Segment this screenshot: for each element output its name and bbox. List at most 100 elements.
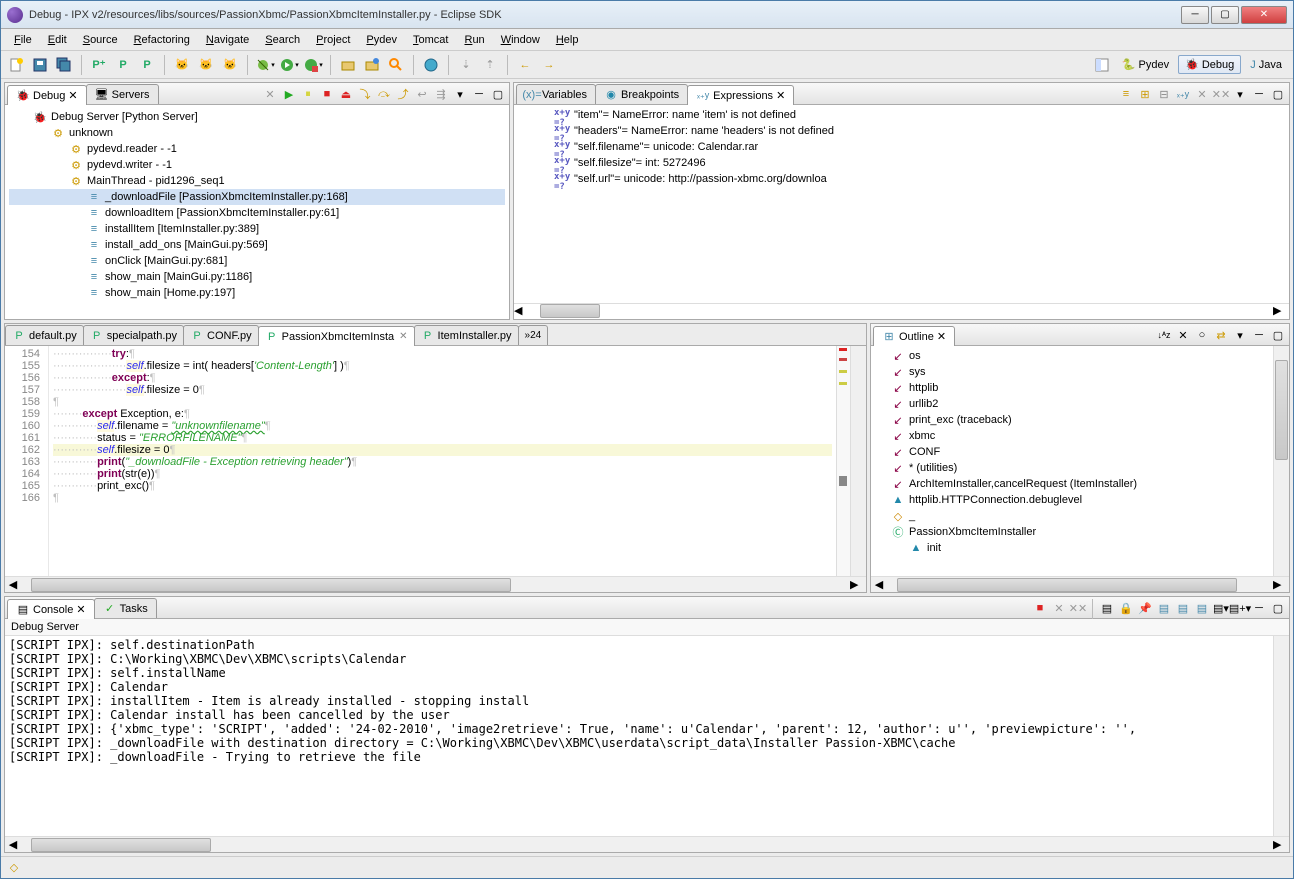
debug-tree[interactable]: 🐞Debug Server [Python Server]⚙unknown⚙py… (5, 105, 509, 319)
close-icon[interactable]: ✕ (76, 603, 85, 616)
debug-tree-item[interactable]: ≡downloadItem [PassionXbmcItemInstaller.… (9, 205, 505, 221)
vertical-scrollbar[interactable] (1273, 346, 1289, 576)
close-icon[interactable]: ✕ (937, 330, 946, 343)
tomcat-start-button[interactable]: 🐱 (171, 54, 193, 76)
maximize-view-button[interactable]: ▢ (1269, 85, 1287, 103)
horizontal-scrollbar[interactable]: ◀▶ (5, 576, 866, 592)
perspective-pydev[interactable]: 🐍Pydev (1115, 55, 1176, 74)
add-expression-button[interactable]: ₓ₊y (1174, 85, 1192, 103)
debug-tree-item[interactable]: ≡show_main [MainGui.py:1186] (9, 269, 505, 285)
disconnect-button[interactable]: ⏏ (337, 85, 355, 103)
menu-search[interactable]: Search (258, 32, 307, 48)
terminate-console-button[interactable]: ■ (1031, 599, 1049, 617)
outline-item[interactable]: ↙os (873, 348, 1271, 364)
expression-item[interactable]: x+y=?"headers"= NameError: name 'headers… (554, 123, 1249, 139)
outline-item[interactable]: ↙CONF (873, 444, 1271, 460)
close-icon[interactable]: ✕ (776, 89, 785, 102)
maximize-view-button[interactable]: ▢ (489, 85, 507, 103)
remove-expression-button[interactable]: ✕ (1193, 85, 1211, 103)
outline-item[interactable]: ▲httplib.HTTPConnection.debuglevel (873, 492, 1271, 508)
step-into-button[interactable]: ⤵ (356, 85, 374, 103)
show-type-names-button[interactable]: ≡ (1117, 85, 1135, 103)
py-package-button[interactable]: P (112, 54, 134, 76)
outline-item[interactable]: ↙ArchItemInstaller,cancelRequest (ItemIn… (873, 476, 1271, 492)
view-menu-button[interactable]: ▾ (1231, 326, 1249, 344)
minimize-view-button[interactable]: ─ (1250, 85, 1268, 103)
tab-expressions[interactable]: ₓ₊yExpressions✕ (687, 85, 794, 105)
tab-debug[interactable]: 🐞Debug✕ (7, 85, 87, 105)
suspend-button[interactable]: ⏸ (299, 85, 317, 103)
outline-item[interactable]: ↙httplib (873, 380, 1271, 396)
terminate-button[interactable]: ■ (318, 85, 336, 103)
debug-tree-item[interactable]: ≡installItem [ItemInstaller.py:389] (9, 221, 505, 237)
link-editor-button[interactable]: ⇄ (1212, 326, 1230, 344)
step-over-button[interactable]: ⤼ (375, 85, 393, 103)
view-menu-button[interactable]: ▾ (1231, 85, 1249, 103)
outline-item[interactable]: ◇_ (873, 508, 1271, 524)
tomcat-stop-button[interactable]: 🐱 (195, 54, 217, 76)
outline-item[interactable]: ↙sys (873, 364, 1271, 380)
menu-navigate[interactable]: Navigate (199, 32, 256, 48)
step-return-button[interactable]: ⤴ (394, 85, 412, 103)
step-filters-button[interactable]: ⇶ (432, 85, 450, 103)
vertical-scrollbar[interactable] (850, 346, 866, 576)
show-logical-button[interactable]: ⊞ (1136, 85, 1154, 103)
expression-item[interactable]: x+y=?"item"= NameError: name 'item' is n… (554, 107, 1249, 123)
overview-ruler[interactable] (836, 346, 850, 576)
editor-tab[interactable]: PItemInstaller.py (414, 325, 519, 345)
tab-console[interactable]: ▤Console✕ (7, 599, 95, 619)
py-module-button[interactable]: P⁺ (88, 54, 110, 76)
tomcat-restart-button[interactable]: 🐱 (219, 54, 241, 76)
back-button[interactable]: ← (514, 54, 536, 76)
menu-window[interactable]: Window (494, 32, 547, 48)
close-button[interactable]: ✕ (1241, 6, 1287, 24)
hide-fields-button[interactable]: ✕ (1174, 326, 1192, 344)
debug-tree-item[interactable]: ⚙pydevd.writer - -1 (9, 157, 505, 173)
drop-frame-button[interactable]: ↩ (413, 85, 431, 103)
search-button[interactable] (385, 54, 407, 76)
editor-tab[interactable]: Pspecialpath.py (83, 325, 184, 345)
debug-tree-item[interactable]: ≡onClick [MainGui.py:681] (9, 253, 505, 269)
py-project-button[interactable]: P (136, 54, 158, 76)
sort-button[interactable]: ↓ᴬz (1155, 326, 1173, 344)
forward-button[interactable]: → (538, 54, 560, 76)
resume-button[interactable]: ▶ (280, 85, 298, 103)
menu-run[interactable]: Run (457, 32, 491, 48)
minimize-view-button[interactable]: ─ (1250, 599, 1268, 617)
expression-item[interactable]: x+y=?"self.filesize"= int: 5272496 (554, 155, 1249, 171)
next-annotation-button[interactable]: ⇣ (455, 54, 477, 76)
pin-console-button[interactable]: 📌 (1136, 599, 1154, 617)
debug-button[interactable]: ▾ (254, 54, 276, 76)
remove-all-launches-button[interactable]: ✕✕ (1069, 599, 1087, 617)
outline-item[interactable]: ↙xbmc (873, 428, 1271, 444)
display-selected-button[interactable]: ▤ (1155, 599, 1173, 617)
menu-refactoring[interactable]: Refactoring (127, 32, 197, 48)
debug-tree-item[interactable]: ⚙MainThread - pid1296_seq1 (9, 173, 505, 189)
console-output[interactable]: [SCRIPT IPX]: self.destinationPath [SCRI… (5, 636, 1273, 836)
line-gutter[interactable]: 154155156157158159160161162163164165166 (5, 346, 49, 576)
editor-tab[interactable]: PPassionXbmcItemInsta✕ (258, 326, 415, 346)
tab-servers[interactable]: 🖥Servers (86, 84, 159, 104)
scroll-lock-button[interactable]: 🔒 (1117, 599, 1135, 617)
close-icon[interactable]: ✕ (399, 331, 407, 342)
collapse-all-button[interactable]: ⊟ (1155, 85, 1173, 103)
expressions-list[interactable]: x+y=?"item"= NameError: name 'item' is n… (514, 105, 1289, 303)
run-button[interactable]: ▾ (278, 54, 300, 76)
debug-tree-item[interactable]: 🐞Debug Server [Python Server] (9, 109, 505, 125)
expression-item[interactable]: x+y=?"self.url"= unicode: http://passion… (554, 171, 1249, 187)
minimize-button[interactable]: ─ (1181, 6, 1209, 24)
maximize-view-button[interactable]: ▢ (1269, 599, 1287, 617)
remove-terminated-button[interactable]: ✕ (261, 85, 279, 103)
save-button[interactable] (29, 54, 51, 76)
editor-tab[interactable]: PCONF.py (183, 325, 259, 345)
close-icon[interactable]: ✕ (68, 89, 77, 102)
tab-breakpoints[interactable]: ◉Breakpoints (595, 84, 688, 104)
new-console-button[interactable]: ▤+▾ (1231, 599, 1249, 617)
maximize-view-button[interactable]: ▢ (1269, 326, 1287, 344)
vertical-scrollbar[interactable] (1273, 636, 1289, 836)
web-button[interactable] (420, 54, 442, 76)
maximize-button[interactable]: ▢ (1211, 6, 1239, 24)
menu-tomcat[interactable]: Tomcat (406, 32, 455, 48)
debug-tree-item[interactable]: ≡show_main [Home.py:197] (9, 285, 505, 301)
expression-item[interactable]: x+y=?"self.filename"= unicode: Calendar.… (554, 139, 1249, 155)
